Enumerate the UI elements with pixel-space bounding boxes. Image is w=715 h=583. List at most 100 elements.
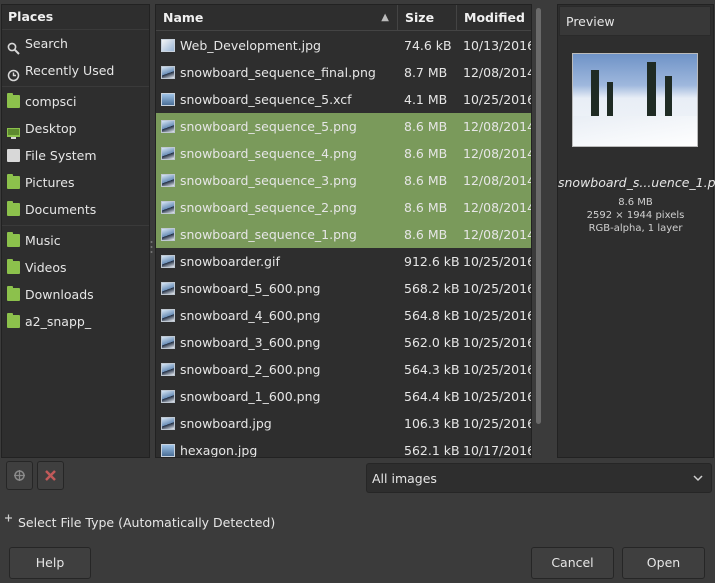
file-type-filter-select[interactable]: All images: [366, 463, 712, 493]
file-size: 8.7 MB: [404, 65, 448, 80]
file-row-selected[interactable]: snowboard_sequence_4.png 8.6 MB 12/08/20…: [156, 140, 531, 167]
file-list-scrollbar[interactable]: [534, 4, 544, 456]
place-label: Recently Used: [25, 63, 115, 78]
column-header-size[interactable]: Size: [398, 5, 457, 31]
image-file-icon: [161, 66, 175, 79]
place-label: compsci: [25, 94, 77, 109]
file-row[interactable]: snowboarder.gif 912.6 kB 10/25/2016: [156, 248, 531, 275]
file-size: 8.6 MB: [404, 227, 448, 242]
remove-icon: [38, 470, 63, 492]
place-videos[interactable]: Videos: [2, 254, 149, 281]
xcf-file-icon: [161, 93, 175, 106]
folder-icon: [7, 313, 20, 328]
place-pictures[interactable]: Pictures: [2, 169, 149, 196]
music-folder-icon: [7, 232, 20, 247]
file-size: 562.1 kB: [404, 443, 460, 458]
file-size: 106.3 kB: [404, 416, 460, 431]
file-row-selected[interactable]: snowboard_sequence_5.png 8.6 MB 12/08/20…: [156, 113, 531, 140]
file-size: 562.0 kB: [404, 335, 460, 350]
tree-shape: [647, 62, 656, 120]
file-size: 8.6 MB: [404, 200, 448, 215]
file-name: snowboard_sequence_2.png: [180, 200, 357, 215]
file-modified: 12/08/2014: [463, 173, 532, 188]
file-name: snowboard_5_600.png: [180, 281, 321, 296]
places-sidebar: Places Search Recently Used compsci Desk…: [1, 4, 150, 458]
file-row[interactable]: snowboard_3_600.png 562.0 kB 10/25/2016: [156, 329, 531, 356]
place-music[interactable]: Music: [2, 227, 149, 254]
column-header-label: Name: [163, 10, 204, 25]
place-label: Documents: [25, 202, 97, 217]
file-row[interactable]: snowboard_sequence_final.png 8.7 MB 12/0…: [156, 59, 531, 86]
tree-shape: [607, 82, 613, 120]
chevron-down-icon: [693, 464, 703, 506]
file-row[interactable]: Web_Development.jpg 74.6 kB 10/13/2016: [156, 32, 531, 59]
file-size: 8.6 MB: [404, 173, 448, 188]
file-name: hexagon.jpg: [180, 443, 258, 458]
places-divider: [2, 225, 149, 226]
file-name: snowboard_3_600.png: [180, 335, 321, 350]
file-row[interactable]: snowboard_sequence_5.xcf 4.1 MB 10/25/20…: [156, 86, 531, 113]
preview-dimensions: 2592 × 1944 pixels: [586, 210, 685, 221]
place-downloads[interactable]: Downloads: [2, 281, 149, 308]
file-row[interactable]: snowboard_4_600.png 564.8 kB 10/25/2016: [156, 302, 531, 329]
pane-resize-grip[interactable]: [150, 240, 153, 254]
place-label: Videos: [25, 260, 67, 275]
file-row[interactable]: snowboard_1_600.png 564.4 kB 10/25/2016: [156, 383, 531, 410]
places-divider: [2, 86, 149, 87]
column-header-name[interactable]: Name ▲: [156, 5, 398, 31]
file-row[interactable]: snowboard_5_600.png 568.2 kB 10/25/2016: [156, 275, 531, 302]
file-size: 8.6 MB: [404, 119, 448, 134]
place-recently-used[interactable]: Recently Used: [2, 57, 149, 84]
file-modified: 10/25/2016: [463, 335, 532, 350]
help-button[interactable]: Help: [9, 547, 91, 579]
place-file-system[interactable]: File System: [2, 142, 149, 169]
file-row-selected[interactable]: snowboard_sequence_3.png 8.6 MB 12/08/20…: [156, 167, 531, 194]
file-name: snowboard_sequence_5.png: [180, 119, 357, 134]
open-button[interactable]: Open: [622, 547, 705, 579]
file-row[interactable]: snowboard.jpg 106.3 kB 10/25/2016: [156, 410, 531, 437]
file-row-selected[interactable]: snowboard_sequence_2.png 8.6 MB 12/08/20…: [156, 194, 531, 221]
file-modified: 10/25/2016: [463, 92, 532, 107]
place-label: Search: [25, 36, 68, 51]
select-file-type-label: Select File Type (Automatically Detected…: [17, 515, 276, 530]
image-file-icon: [161, 201, 175, 214]
file-row[interactable]: snowboard_2_600.png 564.3 kB 10/25/2016: [156, 356, 531, 383]
file-modified: 10/17/2016: [463, 443, 532, 458]
file-row-selected[interactable]: snowboard_sequence_1.png 8.6 MB 12/08/20…: [156, 221, 531, 248]
add-bookmark-button[interactable]: [6, 461, 33, 490]
file-size: 74.6 kB: [404, 38, 452, 53]
select-file-type-expander[interactable]: Select File Type (Automatically Detected…: [4, 509, 276, 530]
place-desktop[interactable]: Desktop: [2, 115, 149, 142]
cancel-button[interactable]: Cancel: [531, 547, 614, 579]
file-name: snowboard_2_600.png: [180, 362, 321, 377]
tree-shape: [665, 76, 672, 120]
search-icon: [7, 37, 20, 55]
place-documents[interactable]: Documents: [2, 196, 149, 223]
image-file-icon: [161, 282, 175, 295]
pictures-folder-icon: [7, 174, 20, 189]
file-modified: 10/25/2016: [463, 281, 532, 296]
place-compsci[interactable]: compsci: [2, 88, 149, 115]
file-size: 564.3 kB: [404, 362, 460, 377]
file-name: snowboard_sequence_1.png: [180, 227, 357, 242]
place-a2-snapp[interactable]: a2_snapp_: [2, 308, 149, 335]
sort-ascending-icon: ▲: [381, 12, 389, 23]
preview-filename: snowboard_s...uence_1.png: [558, 175, 715, 190]
recent-icon: [7, 64, 20, 82]
preview-size: 8.6 MB: [618, 197, 653, 208]
file-modified: 12/08/2014: [463, 227, 532, 242]
place-label: File System: [25, 148, 97, 163]
file-name: snowboard.jpg: [180, 416, 272, 431]
scrollbar-thumb[interactable]: [536, 8, 541, 424]
drive-icon: [7, 149, 20, 162]
image-file-icon: [161, 174, 175, 187]
image-file-icon: [161, 336, 175, 349]
file-size: 564.4 kB: [404, 389, 460, 404]
file-modified: 10/13/2016: [463, 38, 532, 53]
tree-shape: [591, 70, 599, 120]
remove-bookmark-button[interactable]: [37, 461, 64, 490]
column-header-modified[interactable]: Modified: [457, 5, 531, 31]
file-row[interactable]: hexagon.jpg 562.1 kB 10/17/2016: [156, 437, 532, 458]
place-search[interactable]: Search: [2, 30, 149, 57]
preview-header[interactable]: Preview: [559, 6, 711, 36]
